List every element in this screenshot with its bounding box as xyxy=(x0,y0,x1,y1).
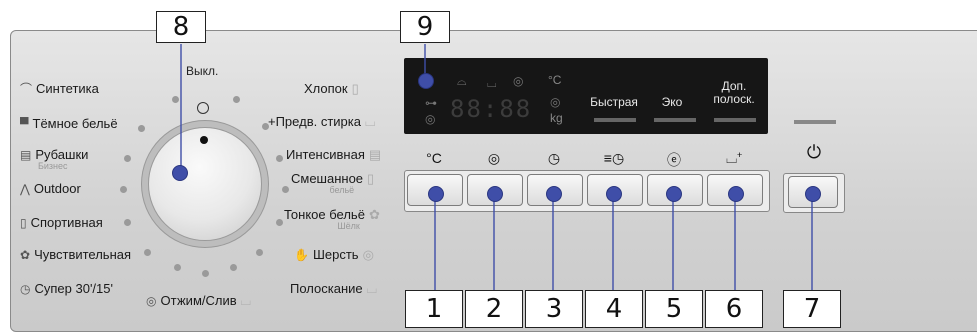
program-synthetics[interactable]: ⌒ Синтетика xyxy=(20,82,99,97)
intensive-icon: ▤ xyxy=(368,147,382,162)
spin-unit-icon: ◎ xyxy=(550,95,561,109)
prewash-icon: ⌴ xyxy=(364,114,376,129)
rinse-icon: ⌴ xyxy=(366,281,378,296)
dial-position-dot xyxy=(262,123,269,130)
spin-icon: ◎ xyxy=(146,294,157,308)
option-eco-indicator xyxy=(654,118,696,122)
callout-8: 8 xyxy=(156,11,206,43)
callout-marker-3 xyxy=(546,186,562,202)
program-super-quick[interactable]: ◷ Супер 30'/15' xyxy=(20,282,113,297)
start-symbol: ⏻ xyxy=(806,142,822,162)
shirt-icon: ▤ xyxy=(20,148,32,162)
time-display: 88:88 xyxy=(450,95,533,123)
callout-4: 4 xyxy=(585,290,643,328)
mixed-icon: ▯ xyxy=(367,171,375,186)
program-cotton[interactable]: Хлопок ▯ xyxy=(304,82,359,96)
callout-marker-4 xyxy=(606,186,622,202)
callout-1: 1 xyxy=(405,290,463,328)
synthetics-icon: ⌒ xyxy=(20,82,33,96)
option-quick-indicator xyxy=(594,118,636,122)
flower-icon: ✿ xyxy=(20,248,31,262)
wool-icon: ◎ xyxy=(362,247,374,262)
silk-icon: ✿ xyxy=(368,207,380,222)
program-sensitive[interactable]: ✿ Чувствительная xyxy=(20,248,131,263)
off-position-icon xyxy=(197,102,209,114)
spin-symbol: ◎ xyxy=(487,150,501,166)
dial-position-dot xyxy=(144,249,151,256)
callout-2: 2 xyxy=(465,290,523,328)
option-extra-rinse-indicator xyxy=(714,118,756,122)
program-sport[interactable]: ▯ Спортивная xyxy=(20,216,103,231)
start-indicator xyxy=(794,120,836,124)
dial-position-dot xyxy=(276,219,283,226)
dial-position-dot xyxy=(124,155,131,162)
dial-position-dot xyxy=(174,264,181,271)
program-shirts[interactable]: ▤ Рубашки Бизнес xyxy=(20,148,88,171)
cotton-icon: ▯ xyxy=(351,81,359,96)
program-dark-wash[interactable]: ▀ Тёмное бельё xyxy=(20,117,118,132)
hand-wash-icon: ✋ xyxy=(294,248,309,262)
option-extra-rinse-label: Доп. полоск. xyxy=(713,79,755,106)
option-eco-label: Эко xyxy=(661,95,683,109)
program-rinse[interactable]: Полоскание ⌴ xyxy=(290,282,377,296)
callout-marker-9 xyxy=(418,73,434,89)
dial-position-dot xyxy=(276,155,283,162)
callout-marker-2 xyxy=(487,186,503,202)
time-symbol: ◷ xyxy=(547,150,561,166)
stopwatch-icon: ◷ xyxy=(20,282,31,296)
callout-marker-7 xyxy=(805,186,821,202)
off-label: Выкл. xyxy=(186,64,219,78)
mountain-icon: ⋀ xyxy=(20,182,30,196)
eco-symbol: ⓔ xyxy=(667,152,681,168)
callout-9: 9 xyxy=(400,11,450,43)
program-selector-knob[interactable] xyxy=(148,127,262,241)
program-prewash[interactable]: +Предв. стирка ⌴ xyxy=(268,115,375,129)
door-icon: ◎ xyxy=(425,112,436,126)
extra-rinse-symbol: ⌴⁺ xyxy=(726,150,742,166)
callout-5: 5 xyxy=(645,290,703,328)
program-spin-drain[interactable]: ◎ Отжим/Слив ⌴ xyxy=(146,293,252,309)
wash-tub-icon: ⌓ xyxy=(457,74,467,88)
dial-position-dot xyxy=(124,219,131,226)
spin-display-icon: ◎ xyxy=(513,74,524,88)
dark-shirt-icon: ▀ xyxy=(20,117,29,131)
dial-position-dot xyxy=(202,270,209,277)
program-intensive[interactable]: Интенсивная ▤ xyxy=(286,148,381,162)
key-lock-icon: ⊶ xyxy=(425,96,437,110)
callout-3: 3 xyxy=(525,290,583,328)
drain-icon: ⌴ xyxy=(240,293,252,308)
program-delicates[interactable]: Тонкое бельё ✿ Шёлк xyxy=(284,208,380,231)
callout-7: 7 xyxy=(783,290,841,328)
dial-position-dot xyxy=(282,186,289,193)
dial-position-dot xyxy=(230,264,237,271)
callout-marker-8 xyxy=(172,165,188,181)
callout-marker-5 xyxy=(666,186,682,202)
program-outdoor[interactable]: ⋀ Outdoor xyxy=(20,182,81,197)
dial-position-dot xyxy=(138,125,145,132)
program-wool[interactable]: ✋ Шерсть ◎ xyxy=(294,247,374,263)
dial-position-dot xyxy=(233,96,240,103)
rinse-tub-icon: ⌴ xyxy=(487,76,497,90)
dial-position-dot xyxy=(256,249,263,256)
temperature-symbol: °C xyxy=(426,150,442,166)
callout-6: 6 xyxy=(705,290,763,328)
delay-symbol: ≡◷ xyxy=(603,150,625,166)
dial-position-dot xyxy=(172,96,179,103)
weight-unit: kg xyxy=(550,111,563,125)
program-mixed[interactable]: Смешанное ▯ бельё xyxy=(291,172,374,195)
knob-indicator xyxy=(200,136,208,144)
dial-position-dot xyxy=(120,186,127,193)
jersey-icon: ▯ xyxy=(20,216,27,230)
callout-marker-1 xyxy=(428,186,444,202)
option-quick-label: Быстрая xyxy=(590,95,638,109)
callout-marker-6 xyxy=(728,186,744,202)
temp-unit: °C xyxy=(548,73,562,87)
